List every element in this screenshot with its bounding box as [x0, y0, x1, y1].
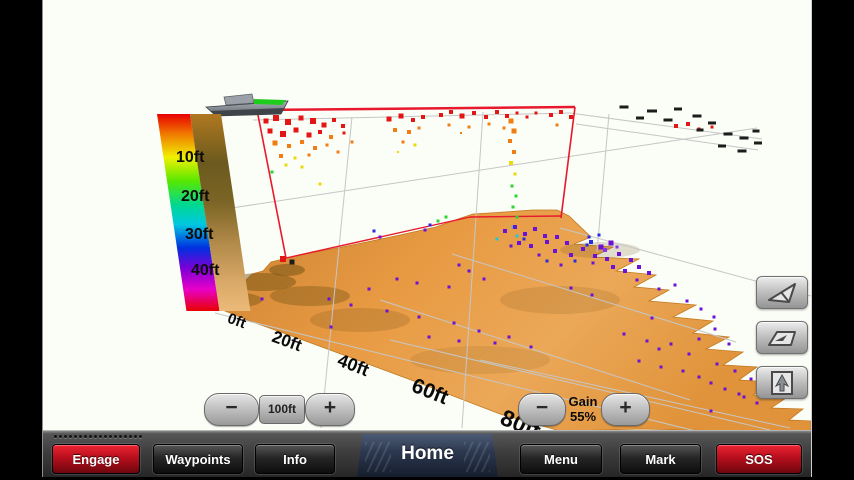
- bezel-right: [811, 0, 854, 480]
- mark-button[interactable]: Mark: [620, 444, 701, 474]
- menu-button[interactable]: Menu: [520, 444, 602, 474]
- scale-label-20ft: 20ft: [181, 188, 209, 206]
- chartplotter-screen: { "depth_scale": { "labels": ["10ft", "2…: [0, 0, 854, 480]
- sos-button[interactable]: SOS: [716, 444, 802, 474]
- scale-label-40ft: 40ft: [191, 262, 219, 280]
- range-increase-button[interactable]: +: [305, 393, 355, 426]
- home-hatch-right-icon: [464, 442, 490, 472]
- perspective-view-button[interactable]: [756, 276, 808, 309]
- range-decrease-button[interactable]: −: [204, 393, 259, 426]
- home-button-label: Home: [401, 443, 454, 464]
- scale-label-10ft: 10ft: [176, 149, 204, 167]
- gain-readout: Gain 55%: [565, 394, 601, 424]
- engage-button[interactable]: Engage: [52, 444, 140, 474]
- perspective-view-icon: [762, 279, 802, 307]
- boat-icon: [206, 94, 288, 116]
- gain-label: Gain: [565, 394, 601, 409]
- home-button[interactable]: Home: [357, 434, 498, 478]
- overhead-view-icon: [762, 369, 802, 397]
- scale-label-30ft: 30ft: [185, 226, 213, 244]
- home-hatch-left-icon: [365, 442, 391, 472]
- gain-decrease-button[interactable]: −: [518, 393, 566, 426]
- bar-grip-dots: [54, 435, 142, 439]
- range-value: 100ft: [259, 395, 305, 424]
- sonar-3d-scene: [0, 0, 854, 480]
- gain-increase-button[interactable]: +: [601, 393, 650, 426]
- bezel-left: [0, 0, 43, 480]
- bottom-nav-bar: Engage Waypoints Info Home Menu Mark SOS: [43, 430, 811, 477]
- overhead-view-button[interactable]: [756, 366, 808, 399]
- waypoints-button[interactable]: Waypoints: [153, 444, 243, 474]
- low-angle-view-icon: [762, 324, 802, 352]
- info-button[interactable]: Info: [255, 444, 335, 474]
- low-angle-view-button[interactable]: [756, 321, 808, 354]
- gain-value: 55%: [565, 409, 601, 424]
